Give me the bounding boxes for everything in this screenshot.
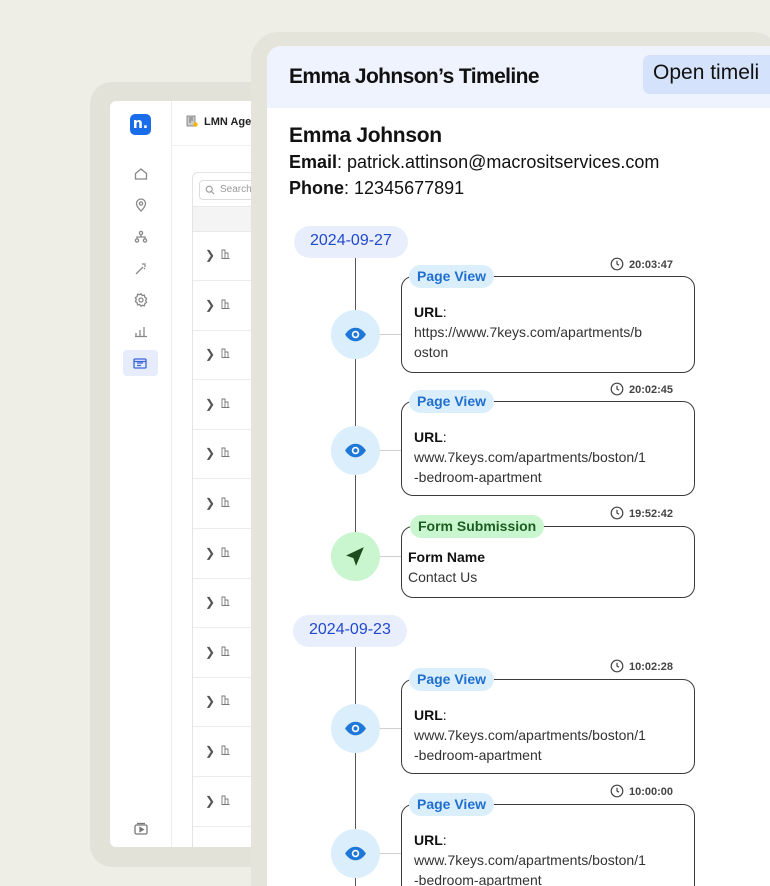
event-field-colon: :	[442, 832, 447, 848]
search-icon	[205, 185, 215, 195]
map-pin-icon[interactable]	[133, 197, 149, 213]
chevron-right-icon[interactable]: ❯	[205, 397, 215, 411]
page-view-badge: Page View	[409, 390, 495, 413]
timeline-title: Emma Johnson’s Timeline	[289, 65, 540, 88]
page-view-node	[331, 426, 380, 475]
contact-email: Email: patrick.attinson@macrositservices…	[289, 152, 660, 172]
event-field-value: www.7keys.com/apartments/boston/1	[414, 727, 646, 743]
lead-type-icon	[221, 299, 230, 309]
chevron-right-icon[interactable]: ❯	[205, 546, 215, 560]
contact-name: Emma Johnson	[289, 124, 442, 147]
event-field-label: URL	[414, 707, 443, 723]
home-icon[interactable]	[133, 166, 149, 182]
event-field-value: Contact Us	[408, 569, 478, 585]
lead-type-icon	[221, 596, 230, 607]
timeline-header: Emma Johnson’s Timeline Open timeli	[267, 46, 770, 108]
lead-type-icon	[221, 695, 230, 706]
timeline-connector	[355, 258, 356, 566]
timeline-panel: Emma Johnson’s Timeline Open timeli Emma…	[267, 46, 770, 886]
chevron-right-icon[interactable]: ❯	[205, 446, 215, 460]
event-field-colon: :	[442, 707, 447, 723]
play-icon[interactable]	[133, 821, 149, 837]
page-view-badge: Page View	[409, 265, 495, 288]
eye-icon	[345, 443, 366, 458]
page-view-node	[331, 704, 380, 753]
sidebar: n.	[110, 101, 172, 847]
event-field-label: URL	[414, 304, 443, 320]
send-icon	[346, 547, 364, 566]
eye-icon	[345, 327, 366, 342]
chevron-right-icon[interactable]: ❯	[205, 496, 215, 510]
eye-icon	[345, 721, 366, 736]
hierarchy-icon[interactable]	[133, 229, 149, 245]
chevron-right-icon[interactable]: ❯	[205, 645, 215, 659]
lead-type-icon	[221, 249, 230, 259]
chevron-right-icon[interactable]: ❯	[205, 347, 215, 361]
bar-chart-icon[interactable]	[133, 323, 149, 339]
event-timestamp: 20:03:47	[610, 257, 673, 271]
event-field-value: -bedroom-apartment	[414, 747, 542, 763]
event-field-value: -bedroom-apartment	[414, 872, 542, 886]
event-field-colon: :	[442, 304, 447, 320]
event-card[interactable]: URL: www.7keys.com/apartments/boston/1 -be…	[401, 679, 695, 774]
open-timeline-button[interactable]: Open timeli	[643, 55, 770, 94]
clock-icon	[610, 506, 624, 520]
chevron-right-icon[interactable]: ❯	[205, 744, 215, 758]
page-view-badge: Page View	[409, 793, 495, 816]
date-label: 2024-09-27	[294, 226, 408, 258]
chevron-right-icon[interactable]: ❯	[205, 694, 215, 708]
page-view-badge: Page View	[409, 668, 495, 691]
event-card[interactable]: URL: www.7keys.com/apartments/boston/1 -be…	[401, 804, 695, 886]
event-field-value: -bedroom-apartment	[414, 469, 542, 485]
page-view-node	[331, 829, 380, 878]
event-timestamp: 19:52:42	[610, 506, 673, 520]
event-details: URL: www.7keys.com/apartments/boston/1 -be…	[414, 705, 646, 765]
contact-card-icon[interactable]	[123, 350, 158, 376]
chevron-right-icon[interactable]: ❯	[205, 595, 215, 609]
date-label: 2024-09-23	[293, 615, 407, 647]
event-card[interactable]: URL: www.7keys.com/apartments/boston/1 -be…	[401, 401, 695, 496]
event-field-value: www.7keys.com/apartments/boston/1	[414, 449, 646, 465]
clock-icon	[610, 784, 624, 798]
event-details: Form Name Contact Us	[408, 547, 485, 587]
lead-type-icon	[221, 497, 230, 507]
lead-type-icon	[221, 745, 230, 755]
event-field-label: URL	[414, 429, 443, 445]
chevron-right-icon[interactable]: ❯	[205, 248, 215, 262]
chevron-right-icon[interactable]: ❯	[205, 298, 215, 312]
event-details: URL: www.7keys.com/apartments/boston/1 -be…	[414, 830, 646, 886]
event-timestamp: 10:00:00	[610, 784, 673, 798]
magic-wand-icon[interactable]	[133, 261, 149, 277]
app-logo[interactable]: n.	[130, 114, 151, 135]
lead-type-icon	[221, 447, 230, 458]
event-timestamp: 10:02:28	[610, 659, 673, 673]
event-field-value: https://www.7keys.com/apartments/b	[414, 324, 642, 340]
event-field-label: Form Name	[408, 549, 486, 565]
event-field-value: oston	[414, 344, 449, 360]
eye-icon	[345, 846, 366, 861]
clock-icon	[610, 382, 624, 396]
event-field-value: www.7keys.com/apartments/boston/1	[414, 852, 646, 868]
event-details: URL: https://www.7keys.com/apartments/b os…	[414, 302, 642, 362]
settings-icon[interactable]	[133, 292, 149, 308]
page-view-node	[331, 310, 380, 359]
lead-type-icon	[221, 398, 230, 408]
form-submission-badge: Form Submission	[410, 515, 545, 538]
clock-icon	[610, 257, 624, 271]
lead-type-icon	[221, 348, 230, 359]
event-field-colon: :	[442, 429, 447, 445]
event-field-label: URL	[414, 832, 443, 848]
event-timestamp: 20:02:45	[610, 382, 673, 396]
clock-icon	[610, 659, 624, 673]
form-submission-node	[331, 532, 380, 581]
event-details: URL: www.7keys.com/apartments/boston/1 -be…	[414, 427, 646, 487]
chevron-right-icon[interactable]: ❯	[205, 794, 215, 808]
event-card[interactable]: URL: https://www.7keys.com/apartments/b os…	[401, 276, 695, 373]
lead-type-icon	[221, 646, 230, 656]
lead-type-icon	[221, 795, 230, 805]
lead-type-icon	[221, 547, 230, 557]
contact-phone: Phone: 12345677891	[289, 178, 465, 198]
